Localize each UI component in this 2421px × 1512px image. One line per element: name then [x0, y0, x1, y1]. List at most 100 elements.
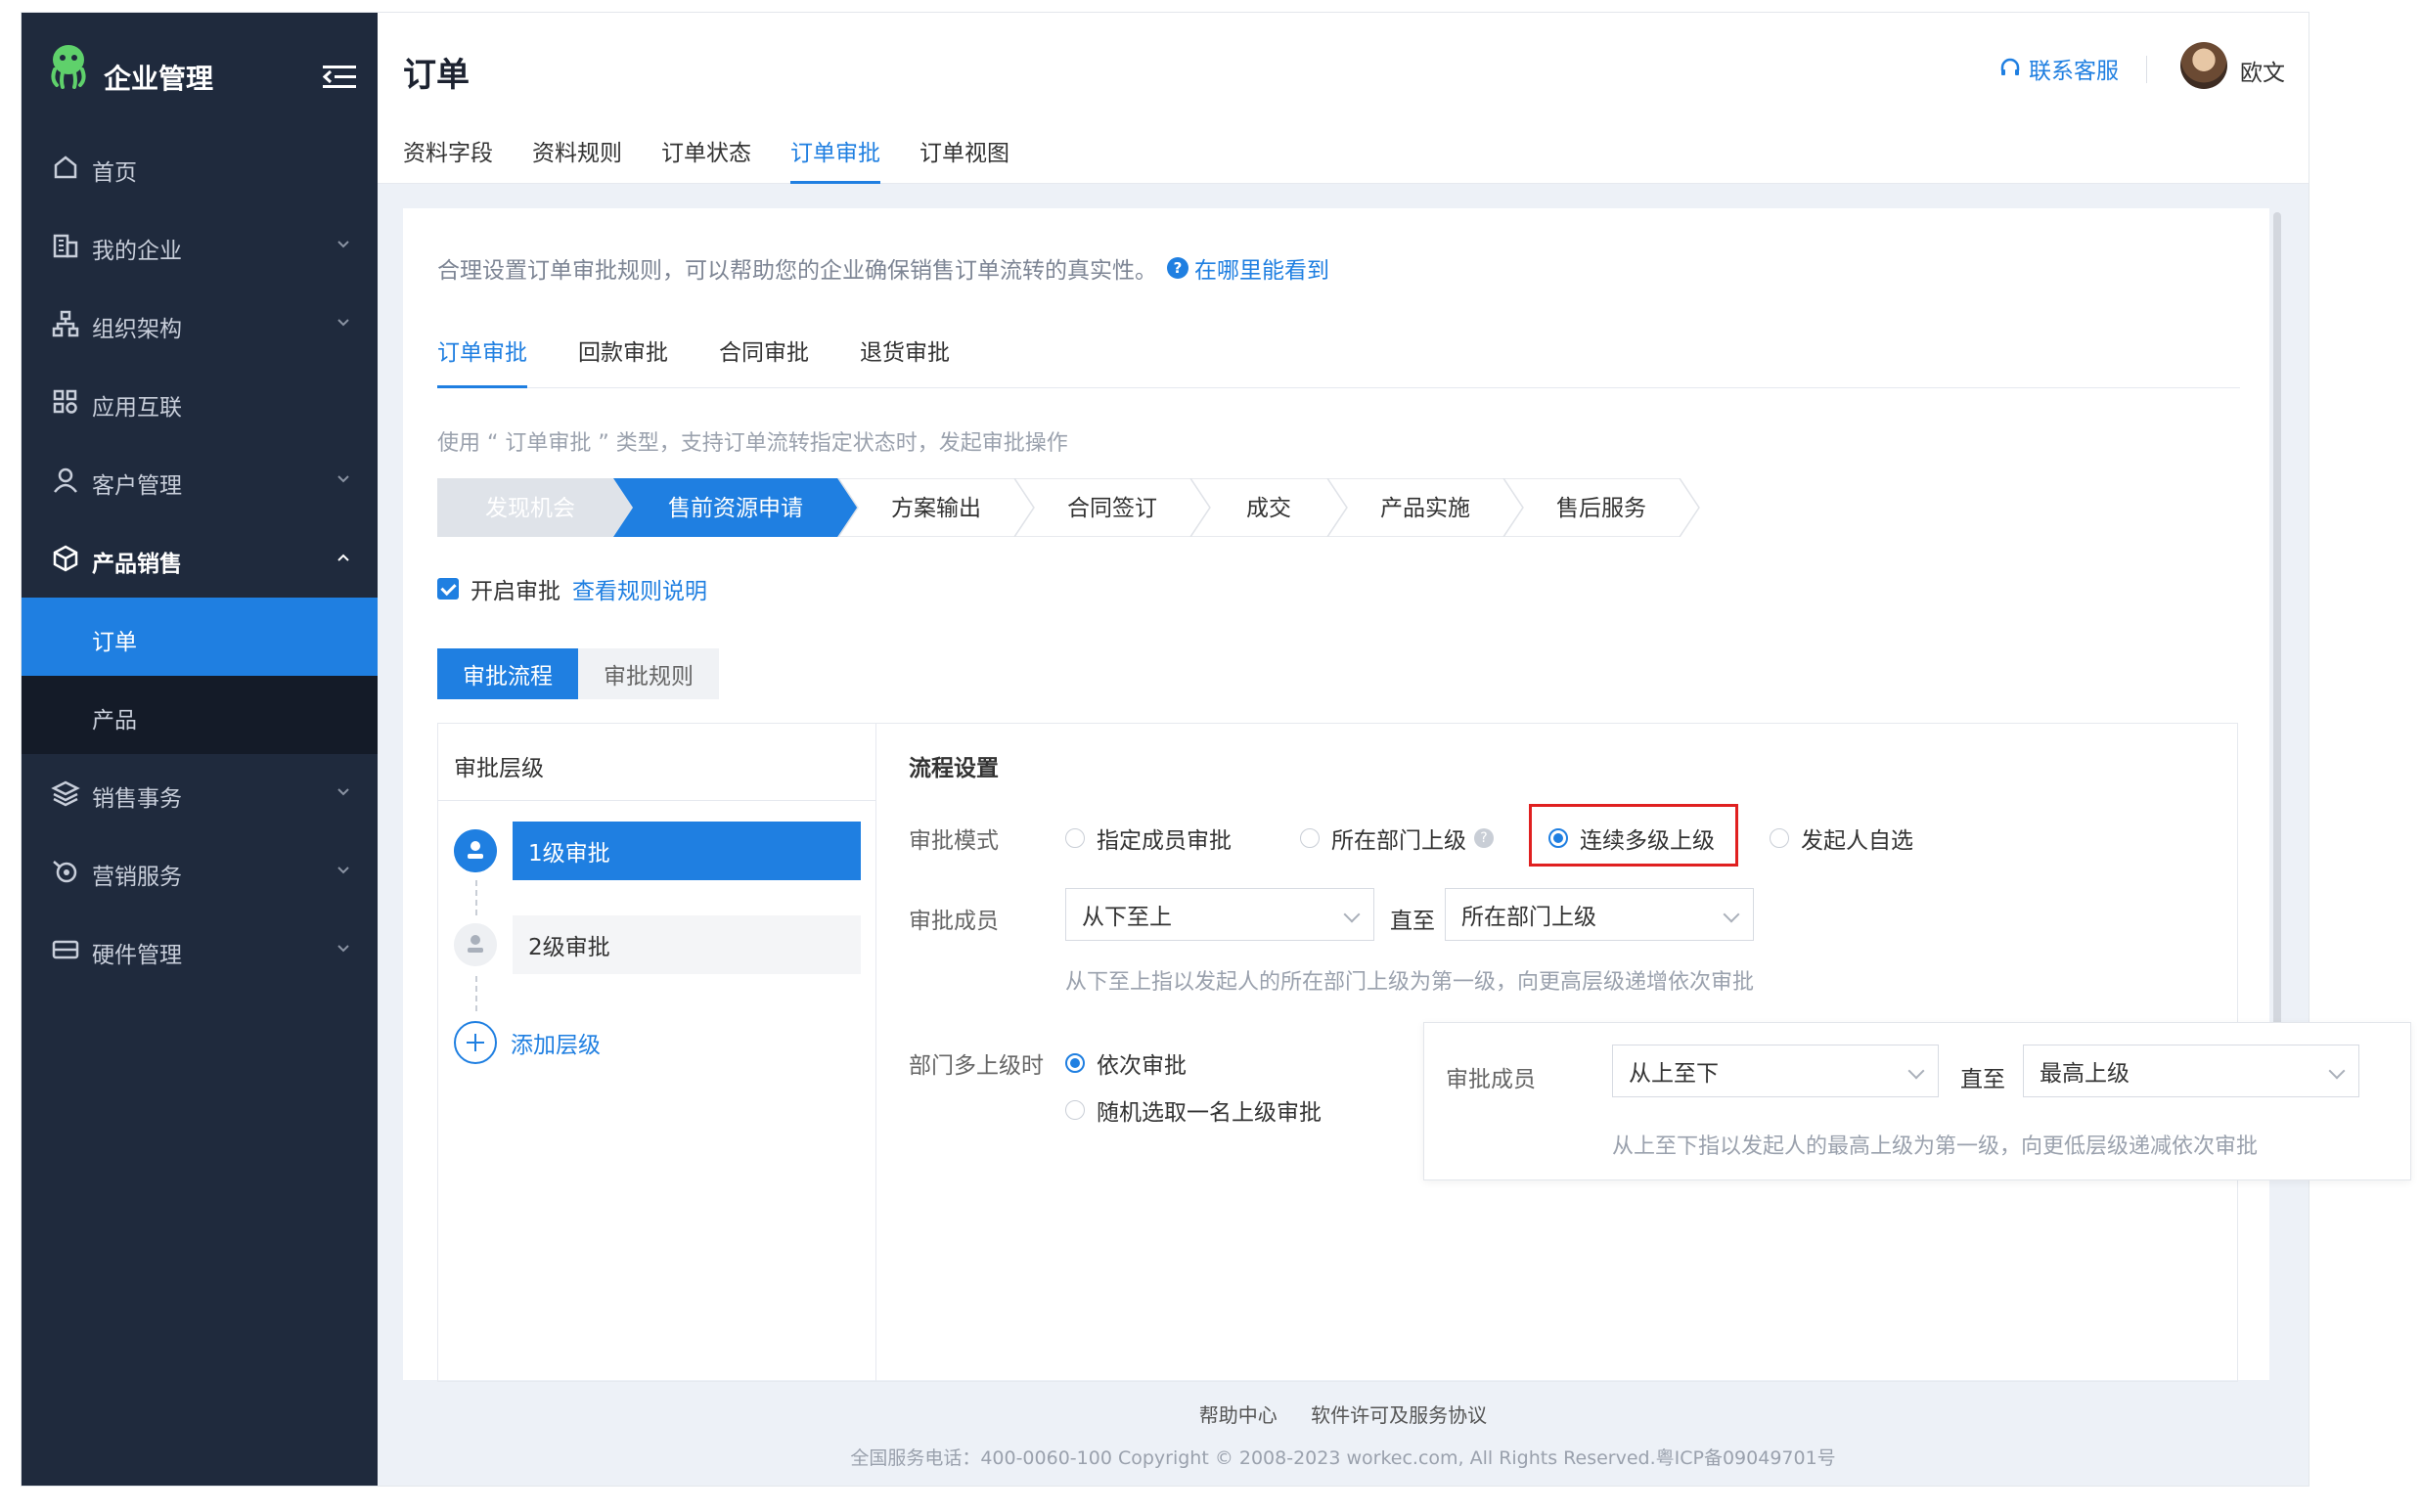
sidebar-item-products[interactable]: 产品: [22, 676, 378, 754]
chevron-up-icon: [337, 554, 349, 561]
tab-fields[interactable]: 资料字段: [403, 134, 493, 184]
sidebar-item-label: 硬件管理: [92, 943, 182, 968]
sidebar-item-my-company[interactable]: 我的企业: [22, 206, 378, 285]
help-center-link[interactable]: 帮助中心: [1199, 1403, 1278, 1427]
collapse-menu-icon[interactable]: [323, 64, 356, 91]
brand-name: 企业管理: [104, 63, 214, 95]
sidebar-nav: 首页 我的企业 组织架构 应用互联 客户管理 产品销售 订单 产品 销售事务 营…: [22, 128, 378, 989]
sidebar-item-label: 应用互联: [92, 395, 182, 421]
plus-icon: [454, 1021, 497, 1064]
sidebar-item-sales-affairs[interactable]: 销售事务: [22, 754, 378, 832]
chevron-down-icon: [337, 475, 349, 483]
level-2-item[interactable]: 2级审批: [454, 915, 861, 974]
subtab-order-approval[interactable]: 订单审批: [437, 334, 527, 388]
enable-approval-label: 开启审批: [471, 579, 560, 604]
level-1-item[interactable]: 1级审批: [454, 822, 861, 880]
approval-rules-button[interactable]: 审批规则: [578, 648, 719, 699]
chevron-down-icon: [1343, 906, 1361, 923]
until-select[interactable]: 所在部门上级: [1445, 888, 1754, 941]
settings-title: 流程设置: [909, 756, 999, 781]
radio-circle: [1065, 1053, 1085, 1073]
where-to-see-link[interactable]: 在哪里能看到: [1194, 251, 1329, 285]
sidebar-item-hardware[interactable]: 硬件管理: [22, 911, 378, 989]
members-label: 审批成员: [1446, 1067, 1536, 1092]
add-level-button[interactable]: 添加层级: [454, 1021, 601, 1064]
chevron-down-icon: [1723, 906, 1740, 923]
intro-text: 合理设置订单审批规则，可以帮助您的企业确保销售订单流转的真实性。 ? 在哪里能看…: [437, 251, 1329, 285]
help-icon[interactable]: ?: [1474, 828, 1494, 848]
sidebar-submenu: 订单 产品: [22, 598, 378, 754]
chevron-down-icon: [337, 319, 349, 327]
step-label: 产品实施: [1380, 496, 1470, 521]
tab-status[interactable]: 订单状态: [661, 134, 751, 184]
username[interactable]: 欧文: [2240, 54, 2285, 87]
from-direction-select[interactable]: 从下至上: [1065, 888, 1374, 941]
mode-dept-superior-radio[interactable]: 所在部门上级 ?: [1300, 822, 1494, 855]
chevron-down-icon: [337, 945, 349, 953]
hardware-icon: [52, 940, 79, 959]
subtab-payment-approval[interactable]: 回款审批: [578, 334, 668, 388]
level-label: 2级审批: [513, 915, 861, 974]
main-area: 订单 联系客服 欧文 资料字段 资料规则 订单状态 订单审批 订单视图 合理设置…: [378, 13, 2309, 1486]
sidebar-item-home[interactable]: 首页: [22, 128, 378, 206]
approval-flow-button[interactable]: 审批流程: [437, 648, 578, 699]
radio-label: 依次审批: [1097, 1053, 1187, 1079]
app-window: 企业管理 首页 我的企业 组织架构 应用互联 客户管理 产品销售 订单 产品 销…: [21, 12, 2309, 1487]
approval-type-tabs: 订单审批 回款审批 合同审批 退货审批: [437, 334, 2240, 388]
divider: [2146, 56, 2147, 83]
select-value: 从上至下: [1629, 1061, 1719, 1087]
mode-initiator-select-radio[interactable]: 发起人自选: [1770, 822, 1913, 855]
radio-label: 随机选取一名上级审批: [1097, 1100, 1322, 1126]
levels-title: 审批层级: [454, 756, 544, 781]
octopus-logo-icon: [51, 45, 86, 89]
headset-icon: [2000, 58, 2020, 75]
sequential-approval-radio[interactable]: 依次审批: [1065, 1046, 1187, 1080]
multi-superior-label: 部门多上级时: [909, 1053, 1044, 1079]
enable-approval-checkbox[interactable]: [437, 578, 459, 600]
radio-label: 连续多级上级: [1580, 828, 1715, 854]
tab-view[interactable]: 订单视图: [919, 134, 1009, 184]
step-label: 发现机会: [485, 496, 575, 521]
radio-circle: [1065, 828, 1085, 848]
sidebar-item-label: 销售事务: [92, 786, 182, 812]
random-approval-radio[interactable]: 随机选取一名上级审批: [1065, 1093, 1322, 1127]
contact-service-label: 联系客服: [2029, 59, 2119, 84]
copyright: 全国服务电话：400-0060-100 Copyright © 2008-202…: [850, 1447, 1836, 1469]
sidebar-item-customers[interactable]: 客户管理: [22, 441, 378, 519]
approval-levels: 审批层级 1级审批 2级审批 添加层级: [438, 724, 876, 1381]
sidebar-item-orders[interactable]: 订单: [22, 598, 378, 676]
tab-approval[interactable]: 订单审批: [790, 134, 880, 184]
footer-links: 帮助中心 软件许可及服务协议: [378, 1400, 2309, 1428]
view-rules-link[interactable]: 查看规则说明: [572, 572, 707, 605]
enable-approval-row: 开启审批 查看规则说明: [437, 572, 707, 605]
connector: [475, 880, 477, 915]
chevron-down-icon: [2328, 1062, 2346, 1080]
members-label: 审批成员: [909, 909, 999, 934]
tab-rules[interactable]: 资料规则: [532, 134, 622, 184]
members-popover: 审批成员 从上至下 直至 最高上级 从上至下指以发起人的最高上级为第一级，向更低…: [1423, 1022, 2411, 1180]
home-icon: [54, 156, 77, 179]
avatar[interactable]: [2180, 42, 2227, 89]
radio-circle: [1770, 828, 1789, 848]
sidebar-item-marketing[interactable]: 营销服务: [22, 832, 378, 911]
sidebar-item-apps[interactable]: 应用互联: [22, 363, 378, 441]
radio-label: 指定成员审批: [1097, 828, 1232, 854]
question-icon: ?: [1167, 257, 1188, 279]
until-select[interactable]: 最高上级: [2023, 1045, 2359, 1097]
sidebar-item-product-sales[interactable]: 产品销售: [22, 519, 378, 598]
subtab-return-approval[interactable]: 退货审批: [860, 334, 950, 388]
scrollbar[interactable]: [2273, 212, 2281, 1034]
mode-multi-level-radio[interactable]: 连续多级上级: [1548, 822, 1715, 855]
subtab-contract-approval[interactable]: 合同审批: [719, 334, 809, 388]
chevron-down-icon: [337, 241, 349, 248]
brand: 企业管理: [22, 13, 378, 118]
mode-label: 审批模式: [909, 828, 999, 854]
mode-specified-member-radio[interactable]: 指定成员审批: [1065, 822, 1232, 855]
connector: [475, 976, 477, 1011]
org-chart-icon: [52, 310, 79, 337]
license-link[interactable]: 软件许可及服务协议: [1311, 1403, 1487, 1427]
building-icon: [53, 234, 78, 258]
sidebar-item-org[interactable]: 组织架构: [22, 285, 378, 363]
contact-service-link[interactable]: 联系客服: [1999, 52, 2119, 85]
from-direction-select[interactable]: 从上至下: [1612, 1045, 1939, 1097]
